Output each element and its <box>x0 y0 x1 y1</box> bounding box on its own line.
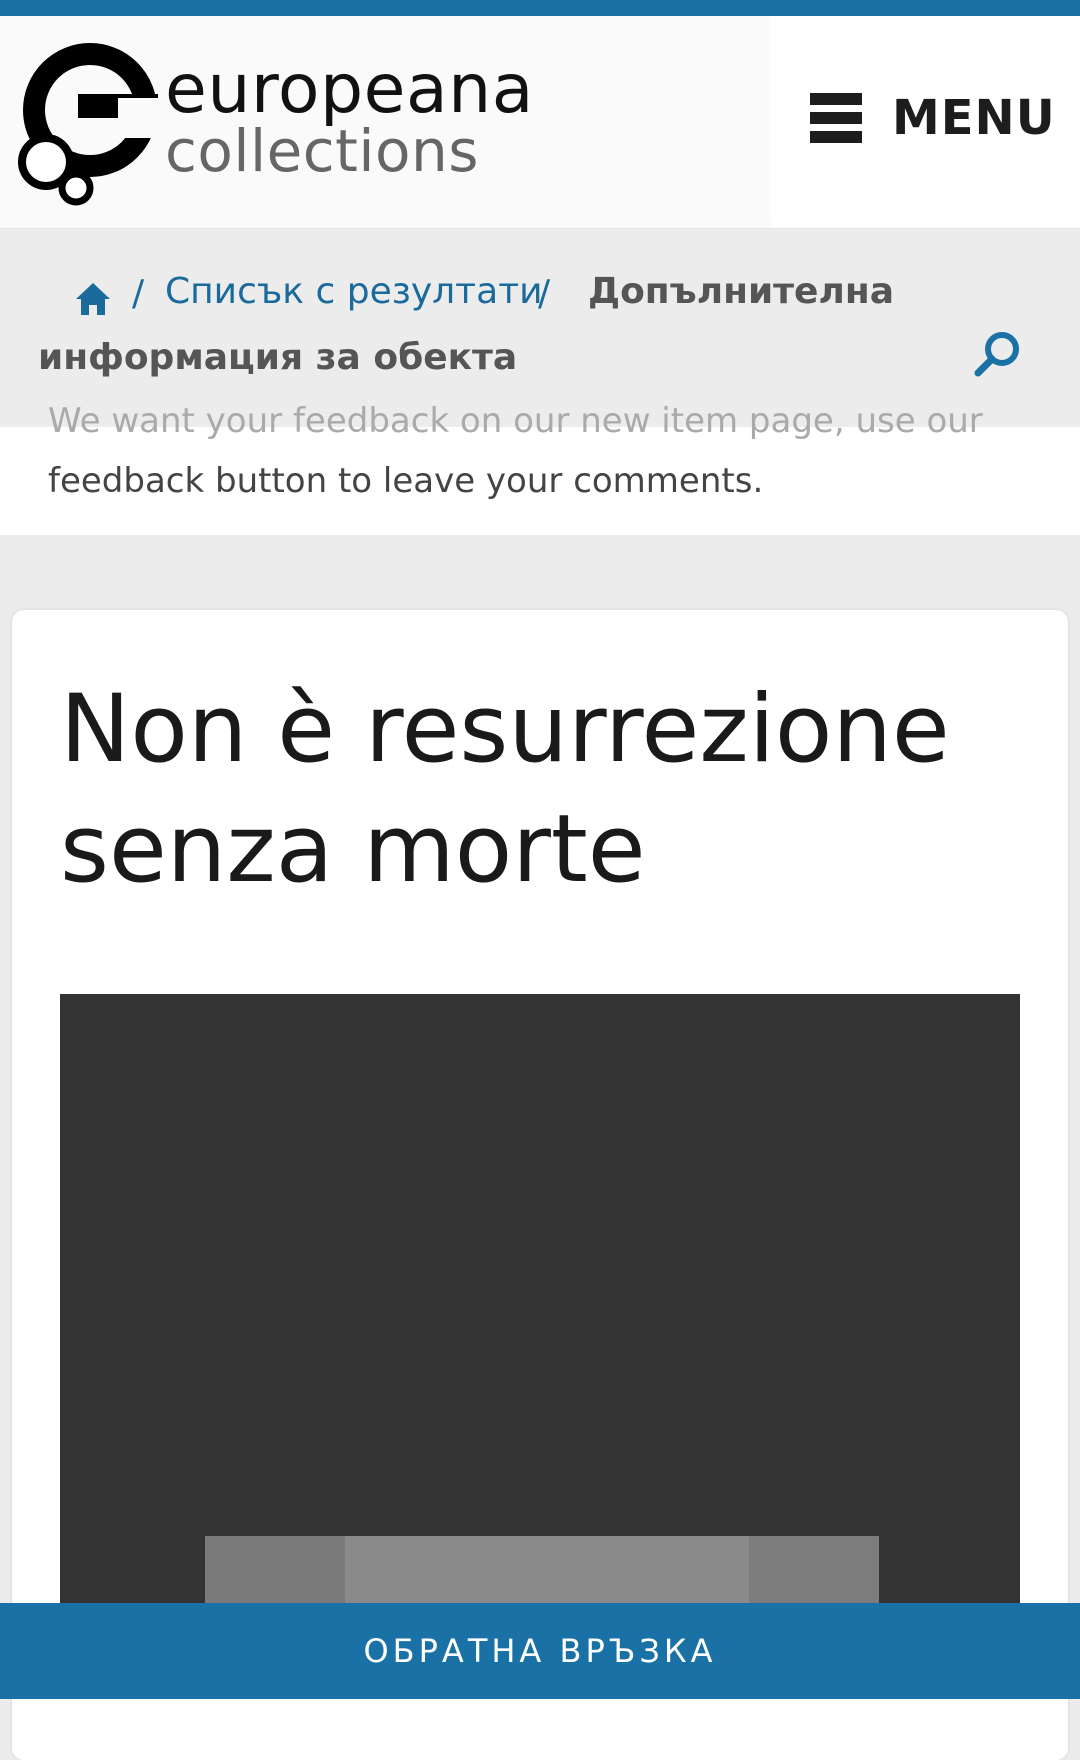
feedback-notice: We want your feedback on our new item pa… <box>0 401 1080 535</box>
logo[interactable]: europeana collections <box>0 16 772 228</box>
media-viewer[interactable] <box>60 994 1020 1696</box>
home-icon[interactable] <box>74 281 112 317</box>
menu-button[interactable]: MENU <box>770 16 1080 216</box>
notice-text-line2: feedback button to leave your comments. <box>48 461 764 501</box>
item-title: Non è resurrezione senza morte <box>60 675 950 904</box>
breadcrumb-separator: / <box>538 273 551 314</box>
europeana-logo-icon <box>18 43 158 206</box>
breadcrumb-separator: / <box>132 273 145 314</box>
site-header: europeana collections MENU <box>0 16 1080 230</box>
menu-icon <box>810 93 862 143</box>
top-accent-bar <box>0 0 1080 16</box>
logo-text-primary: europeana <box>165 50 534 129</box>
breadcrumb-results-link[interactable]: Списък с резултати <box>165 271 543 312</box>
logo-text-secondary: collections <box>165 117 479 185</box>
menu-label: MENU <box>892 90 1056 146</box>
breadcrumb: / Списък с резултати / Допълнителна инфо… <box>0 229 1080 427</box>
feedback-button[interactable]: ОБРАТНА ВРЪЗКА <box>0 1603 1080 1699</box>
search-icon[interactable] <box>972 329 1022 379</box>
breadcrumb-current: Допълнителна <box>588 271 894 312</box>
item-card: Non è resurrezione senza morte <box>12 610 1068 1760</box>
notice-text-line1: We want your feedback on our new item pa… <box>48 401 983 441</box>
breadcrumb-current-continued: информация за обекта <box>38 337 518 378</box>
